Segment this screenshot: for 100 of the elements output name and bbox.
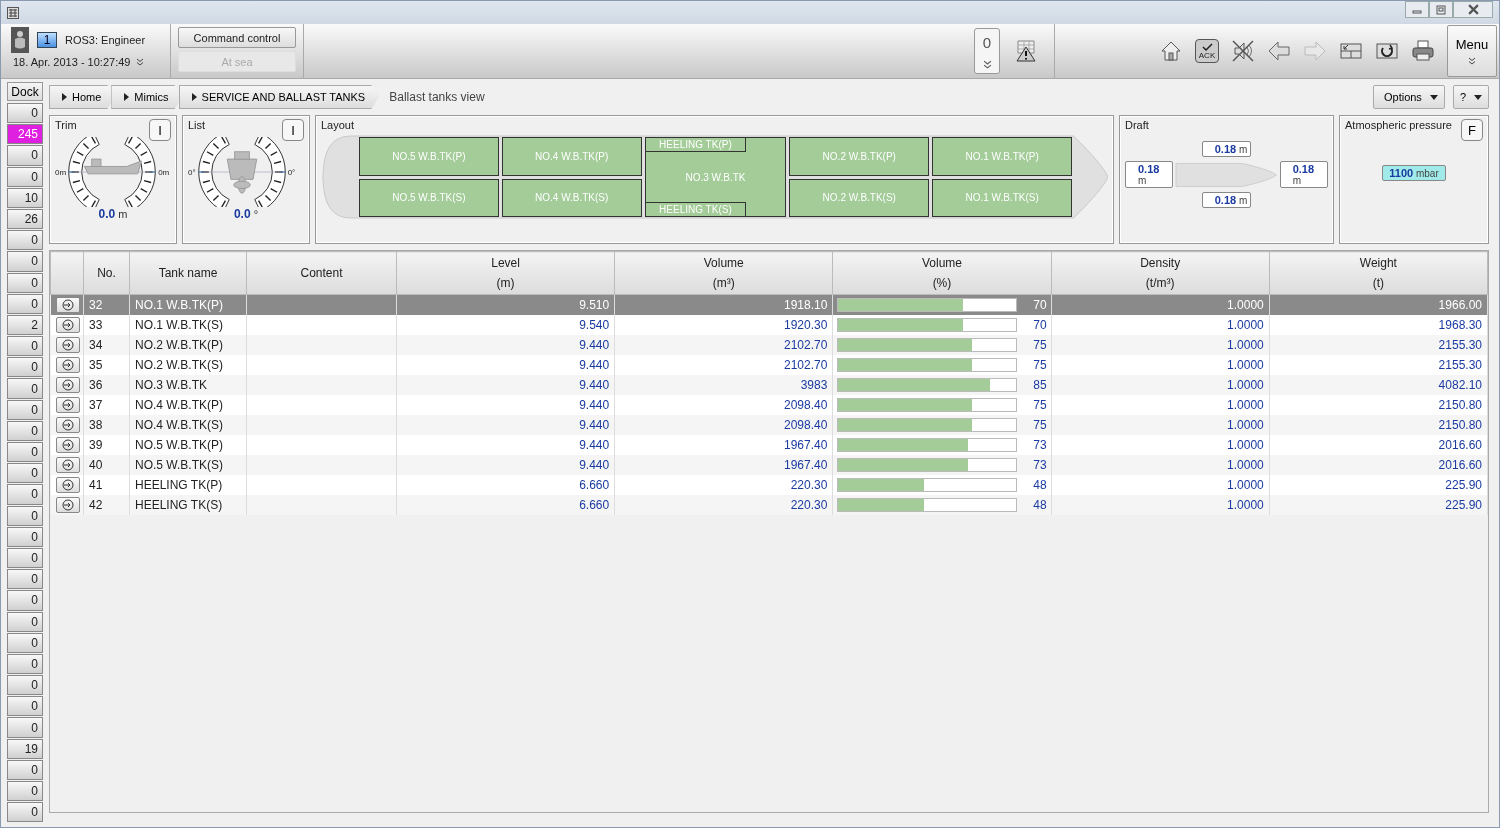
- enter-icon: [61, 499, 74, 511]
- column-header[interactable]: Tank name: [129, 251, 247, 295]
- counter-button[interactable]: 0: [7, 442, 43, 463]
- home-icon[interactable]: [1159, 39, 1183, 63]
- counter-button[interactable]: 0: [7, 675, 43, 696]
- counter-button[interactable]: 0: [7, 611, 43, 632]
- counter-button[interactable]: 0: [7, 399, 43, 420]
- counter-button[interactable]: 0: [7, 590, 43, 611]
- pressure-title: Atmospheric pressure: [1345, 119, 1452, 131]
- column-header[interactable]: No.: [83, 251, 130, 295]
- alarm-list-icon[interactable]: [1014, 39, 1038, 63]
- counter-button[interactable]: 0: [7, 166, 43, 187]
- pressure-value: 1100 mbar: [1382, 165, 1446, 181]
- chevron-down-icon[interactable]: [136, 58, 145, 66]
- draft-title: Draft: [1125, 119, 1149, 131]
- counter-button[interactable]: 0: [7, 103, 43, 124]
- column-header[interactable]: Volume (m³): [614, 251, 833, 295]
- counter-button[interactable]: 0: [7, 696, 43, 717]
- gauge-reading: 0.0 °: [232, 207, 260, 221]
- acknowledge-button[interactable]: ACK: [1195, 39, 1219, 63]
- back-arrow-icon[interactable]: [1267, 39, 1291, 63]
- open-tank-button[interactable]: [55, 297, 80, 313]
- counter-button[interactable]: 0: [7, 802, 43, 823]
- open-tank-button[interactable]: [55, 457, 80, 473]
- counter-button[interactable]: 0: [7, 717, 43, 738]
- close-button[interactable]: [1453, 1, 1493, 18]
- counter-button[interactable]: 0: [7, 781, 43, 802]
- table-cell-text: 73: [1032, 438, 1047, 452]
- layout-title: Layout: [321, 119, 355, 131]
- table-cell-text: 75: [1032, 358, 1047, 372]
- trim-mode-button[interactable]: I: [149, 119, 171, 141]
- dock-button[interactable]: Dock: [7, 82, 43, 101]
- counter-button[interactable]: 0: [7, 378, 43, 399]
- draft-value: 0.18 m: [1201, 192, 1252, 208]
- close-icon: [1467, 4, 1479, 15]
- list-mode-button[interactable]: I: [282, 119, 304, 141]
- open-tank-button[interactable]: [55, 417, 80, 433]
- draft-value: 0.18 m: [1201, 141, 1252, 157]
- alarm-counter[interactable]: 0: [974, 28, 1000, 74]
- scale-label: 0°: [287, 167, 296, 177]
- open-tank-button[interactable]: [55, 477, 80, 493]
- column-header[interactable]: Level (m): [396, 251, 615, 295]
- help-button[interactable]: ?: [1452, 85, 1489, 109]
- counter-button[interactable]: 0: [7, 632, 43, 653]
- column-header[interactable]: Volume (%): [832, 251, 1052, 295]
- table-cell: HEELING TK(S): [129, 495, 247, 515]
- command-control-button[interactable]: Command control: [178, 27, 296, 48]
- counter-button[interactable]: 0: [7, 526, 43, 547]
- hull-icon: [1175, 161, 1278, 188]
- enter-icon: [61, 319, 74, 331]
- caret-right-icon: [191, 93, 197, 101]
- chevron-down-icon: [982, 59, 992, 69]
- station-label: ROS3: Engineer: [65, 34, 146, 46]
- menu-button[interactable]: Menu: [1447, 25, 1497, 77]
- pressure-mode-button[interactable]: F: [1461, 119, 1483, 141]
- counter-button[interactable]: 0: [7, 145, 43, 166]
- column-header[interactable]: Content: [246, 251, 397, 295]
- counter-button[interactable]: 0: [7, 357, 43, 378]
- counter-button[interactable]: 26: [7, 208, 43, 230]
- counter-button[interactable]: 0: [7, 230, 43, 251]
- crest-icon: [11, 27, 29, 53]
- open-tank-button[interactable]: [55, 317, 80, 333]
- enter-icon: [61, 479, 74, 491]
- chevron-down-icon: [1468, 57, 1476, 65]
- breadcrumb-item[interactable]: SERVICE AND BALLAST TANKS: [178, 85, 380, 109]
- counter-button[interactable]: 0: [7, 759, 43, 780]
- open-tank-button[interactable]: [55, 357, 80, 373]
- draft-value: 0.18 m: [1125, 161, 1174, 188]
- column-header[interactable]: Weight (t): [1269, 251, 1488, 295]
- counter-button[interactable]: 19: [7, 738, 43, 759]
- tank-label: NO.3 W.B.TK: [685, 171, 746, 183]
- open-tank-button[interactable]: [55, 397, 80, 413]
- mute-icon[interactable]: [1231, 39, 1255, 63]
- open-tank-button[interactable]: [55, 377, 80, 393]
- counter-button[interactable]: 0: [7, 336, 43, 357]
- counter-button[interactable]: 0: [7, 420, 43, 441]
- column-header[interactable]: Density (t/m³): [1051, 251, 1270, 295]
- counter-button[interactable]: 245: [7, 124, 43, 145]
- open-tank-button[interactable]: [55, 497, 80, 513]
- counter-button[interactable]: 0: [7, 293, 43, 314]
- counter-button[interactable]: 0: [7, 463, 43, 484]
- enter-icon: [61, 379, 74, 391]
- options-button[interactable]: Options: [1372, 85, 1445, 109]
- breadcrumb-current: Ballast tanks view: [389, 90, 485, 104]
- scale-label: 0m: [55, 167, 67, 177]
- counter-button[interactable]: 0: [7, 653, 43, 675]
- date-time: 18. Apr. 2013 - 10:27:49: [13, 56, 131, 68]
- open-tank-button[interactable]: [55, 437, 80, 453]
- printer-icon[interactable]: [1411, 39, 1435, 63]
- counter-button[interactable]: 0: [7, 505, 43, 526]
- table-cell: 225.90: [1269, 495, 1488, 515]
- counter-button[interactable]: 0: [7, 484, 43, 505]
- open-tank-button[interactable]: [55, 337, 80, 353]
- counter-button[interactable]: 0: [7, 251, 43, 272]
- table-cell-text: 75: [1032, 398, 1047, 412]
- counter-button[interactable]: 0: [7, 569, 43, 590]
- counter-button[interactable]: 0: [7, 547, 43, 569]
- counter-button[interactable]: 10: [7, 187, 43, 208]
- counter-button[interactable]: 0: [7, 272, 43, 293]
- counter-button[interactable]: 2: [7, 314, 43, 336]
